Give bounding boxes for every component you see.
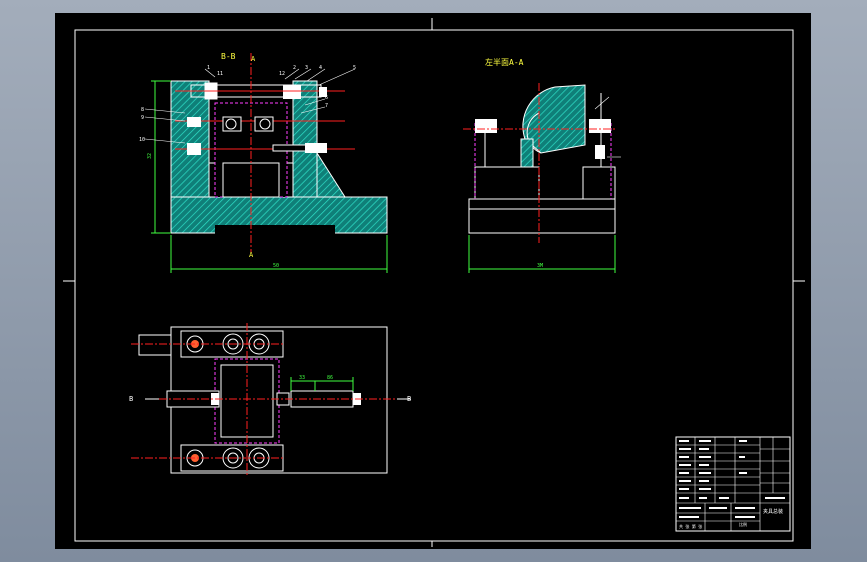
- plan-view: 33 86 B B: [129, 323, 411, 477]
- plan-section-mark-right: B: [407, 395, 411, 403]
- side-view-title: 左半面A-A: [485, 57, 524, 67]
- front-section-view: [144, 53, 388, 273]
- dim-side-width: 3M: [537, 263, 543, 269]
- title-block[interactable]: 夹具总装 比例 共 张 第 张: [675, 436, 791, 532]
- callout-11: 11: [217, 71, 223, 77]
- plan-section-mark-left: B: [129, 395, 133, 403]
- callout-4: 4: [319, 65, 322, 71]
- section-mark-a-bottom: A: [249, 251, 254, 259]
- callout-9: 9: [141, 115, 144, 121]
- callout-3: 3: [305, 65, 308, 71]
- title-block-scale: 比例: [739, 521, 747, 527]
- dim-front-width: 50: [273, 263, 279, 269]
- section-label-bb: B-B: [221, 52, 236, 61]
- callout-12: 12: [279, 71, 285, 77]
- callout-8: 8: [141, 107, 144, 113]
- cad-drawing-sheet: B-B A A 50 32 1 2 3 4 5 6 7 8 9 10 11 12…: [63, 18, 805, 547]
- title-block-drawing-name: 夹具总装: [763, 508, 783, 515]
- callout-10: 10: [139, 137, 145, 143]
- callout-7: 7: [325, 103, 328, 109]
- callout-6: 6: [325, 95, 328, 101]
- side-view: 左半面A-A 3M: [463, 57, 621, 273]
- cad-drawing-canvas[interactable]: B-B A A 50 32 1 2 3 4 5 6 7 8 9 10 11 12…: [55, 13, 811, 549]
- callout-5: 5: [353, 65, 356, 71]
- callout-1: 1: [207, 65, 210, 71]
- dim-plan-b: 86: [327, 375, 333, 381]
- dim-front-height: 32: [147, 153, 153, 159]
- dim-plan-a: 33: [299, 375, 305, 381]
- title-block-sheet: 共 张 第 张: [679, 523, 702, 529]
- callout-2: 2: [293, 65, 296, 71]
- section-mark-a-top: A: [251, 55, 256, 63]
